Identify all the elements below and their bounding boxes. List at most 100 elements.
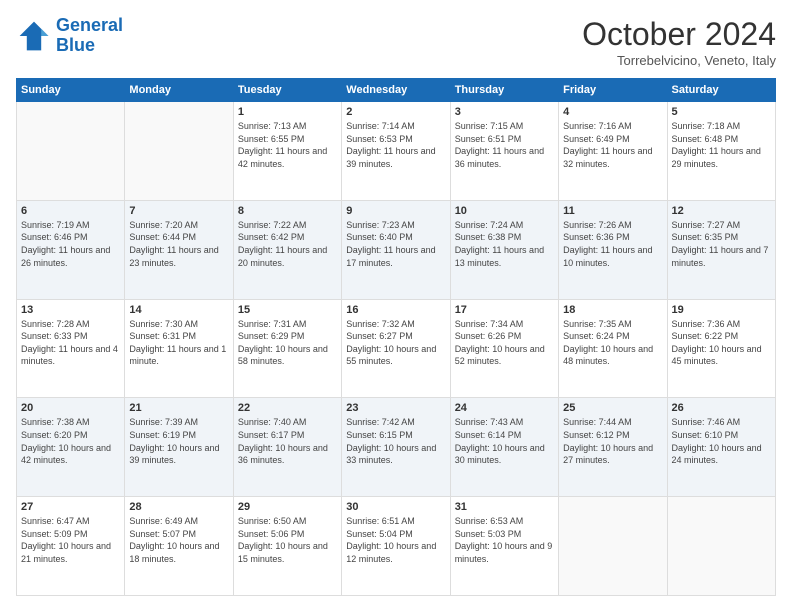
day-info: Sunrise: 7:26 AMSunset: 6:36 PMDaylight:… [563, 219, 662, 269]
calendar-cell: 17Sunrise: 7:34 AMSunset: 6:26 PMDayligh… [450, 299, 558, 398]
month-title: October 2024 [582, 16, 776, 53]
calendar-header-monday: Monday [125, 79, 233, 102]
calendar-cell: 28 Sunrise: 6:49 AMSunset: 5:07 PMDayligh… [125, 497, 233, 596]
day-info: Sunrise: 7:32 AMSunset: 6:27 PMDaylight:… [346, 318, 445, 368]
calendar-header-sunday: Sunday [17, 79, 125, 102]
calendar-cell: 26Sunrise: 7:46 AMSunset: 6:10 PMDayligh… [667, 398, 775, 497]
day-info: Sunrise: 7:22 AMSunset: 6:42 PMDaylight:… [238, 219, 337, 269]
day-info: Sunrise: 7:43 AMSunset: 6:14 PMDaylight:… [455, 416, 554, 466]
day-info: Sunrise: 6:51 AMSunset: 5:04 PMDaylight:… [346, 515, 445, 565]
calendar-cell: 5 Sunrise: 7:18 AMSunset: 6:48 PMDaylight… [667, 102, 775, 201]
calendar-cell: 18 Sunrise: 7:35 AMSunset: 6:24 PMDayligh… [559, 299, 667, 398]
day-number: 8 [238, 205, 337, 217]
calendar-header-thursday: Thursday [450, 79, 558, 102]
day-number: 27 [21, 501, 120, 513]
day-number: 7 [129, 205, 228, 217]
calendar-cell: 23 Sunrise: 7:42 AMSunset: 6:15 PMDayligh… [342, 398, 450, 497]
day-number: 26 [672, 402, 771, 414]
day-number: 3 [455, 106, 554, 118]
page: General Blue October 2024 Torrebelvicino… [0, 0, 792, 612]
day-number: 31 [455, 501, 554, 513]
calendar-cell: 16 Sunrise: 7:32 AMSunset: 6:27 PMDayligh… [342, 299, 450, 398]
day-number: 6 [21, 205, 120, 217]
day-number: 28 [129, 501, 228, 513]
day-number: 16 [346, 304, 445, 316]
day-number: 22 [238, 402, 337, 414]
day-number: 30 [346, 501, 445, 513]
calendar-cell: 9 Sunrise: 7:23 AMSunset: 6:40 PMDaylight… [342, 200, 450, 299]
day-number: 18 [563, 304, 662, 316]
day-info: Sunrise: 7:24 AMSunset: 6:38 PMDaylight:… [455, 219, 554, 269]
day-info: Sunrise: 7:40 AMSunset: 6:17 PMDaylight:… [238, 416, 337, 466]
calendar-cell: 25 Sunrise: 7:44 AMSunset: 6:12 PMDayligh… [559, 398, 667, 497]
calendar-cell: 1Sunrise: 7:13 AMSunset: 6:55 PMDaylight… [233, 102, 341, 201]
calendar-cell: 10 Sunrise: 7:24 AMSunset: 6:38 PMDayligh… [450, 200, 558, 299]
day-info: Sunrise: 7:16 AMSunset: 6:49 PMDaylight:… [563, 120, 662, 170]
calendar-cell: 14Sunrise: 7:30 AMSunset: 6:31 PMDayligh… [125, 299, 233, 398]
day-info: Sunrise: 6:47 AMSunset: 5:09 PMDaylight:… [21, 515, 120, 565]
day-info: Sunrise: 7:31 AMSunset: 6:29 PMDaylight:… [238, 318, 337, 368]
day-number: 10 [455, 205, 554, 217]
day-info: Sunrise: 7:44 AMSunset: 6:12 PMDaylight:… [563, 416, 662, 466]
calendar-week-row: 6 Sunrise: 7:19 AMSunset: 6:46 PMDaylight… [17, 200, 776, 299]
day-info: Sunrise: 7:30 AMSunset: 6:31 PMDaylight:… [129, 318, 228, 368]
day-number: 24 [455, 402, 554, 414]
calendar-header-wednesday: Wednesday [342, 79, 450, 102]
calendar-week-row: 27 Sunrise: 6:47 AMSunset: 5:09 PMDayligh… [17, 497, 776, 596]
calendar-header-saturday: Saturday [667, 79, 775, 102]
day-number: 11 [563, 205, 662, 217]
day-number: 19 [672, 304, 771, 316]
day-info: Sunrise: 7:28 AMSunset: 6:33 PMDaylight:… [21, 318, 120, 368]
logo: General Blue [16, 16, 123, 56]
calendar-cell: 27 Sunrise: 6:47 AMSunset: 5:09 PMDayligh… [17, 497, 125, 596]
day-number: 25 [563, 402, 662, 414]
day-number: 4 [563, 106, 662, 118]
calendar-cell [559, 497, 667, 596]
day-info: Sunrise: 7:19 AMSunset: 6:46 PMDaylight:… [21, 219, 120, 269]
calendar-week-row: 1Sunrise: 7:13 AMSunset: 6:55 PMDaylight… [17, 102, 776, 201]
calendar-cell [17, 102, 125, 201]
calendar-cell [667, 497, 775, 596]
calendar-week-row: 13 Sunrise: 7:28 AMSunset: 6:33 PMDayligh… [17, 299, 776, 398]
calendar-cell: 12 Sunrise: 7:27 AMSunset: 6:35 PMDayligh… [667, 200, 775, 299]
calendar-cell: 2Sunrise: 7:14 AMSunset: 6:53 PMDaylight… [342, 102, 450, 201]
calendar-cell: 3Sunrise: 7:15 AMSunset: 6:51 PMDaylight… [450, 102, 558, 201]
day-number: 21 [129, 402, 228, 414]
calendar-table: SundayMondayTuesdayWednesdayThursdayFrid… [16, 78, 776, 596]
subtitle: Torrebelvicino, Veneto, Italy [582, 53, 776, 68]
calendar-cell: 4 Sunrise: 7:16 AMSunset: 6:49 PMDaylight… [559, 102, 667, 201]
day-info: Sunrise: 7:35 AMSunset: 6:24 PMDaylight:… [563, 318, 662, 368]
day-number: 12 [672, 205, 771, 217]
calendar-cell [125, 102, 233, 201]
day-info: Sunrise: 6:50 AMSunset: 5:06 PMDaylight:… [238, 515, 337, 565]
day-info: Sunrise: 7:42 AMSunset: 6:15 PMDaylight:… [346, 416, 445, 466]
day-info: Sunrise: 7:14 AMSunset: 6:53 PMDaylight:… [346, 120, 445, 170]
day-info: Sunrise: 7:38 AMSunset: 6:20 PMDaylight:… [21, 416, 120, 466]
calendar-cell: 22 Sunrise: 7:40 AMSunset: 6:17 PMDayligh… [233, 398, 341, 497]
calendar-cell: 8 Sunrise: 7:22 AMSunset: 6:42 PMDaylight… [233, 200, 341, 299]
calendar-header-friday: Friday [559, 79, 667, 102]
day-info: Sunrise: 7:23 AMSunset: 6:40 PMDaylight:… [346, 219, 445, 269]
day-info: Sunrise: 7:39 AMSunset: 6:19 PMDaylight:… [129, 416, 228, 466]
day-info: Sunrise: 7:20 AMSunset: 6:44 PMDaylight:… [129, 219, 228, 269]
day-number: 15 [238, 304, 337, 316]
calendar-cell: 20 Sunrise: 7:38 AMSunset: 6:20 PMDayligh… [17, 398, 125, 497]
day-number: 20 [21, 402, 120, 414]
day-info: Sunrise: 7:36 AMSunset: 6:22 PMDaylight:… [672, 318, 771, 368]
day-number: 23 [346, 402, 445, 414]
title-area: October 2024 Torrebelvicino, Veneto, Ita… [582, 16, 776, 68]
day-number: 13 [21, 304, 120, 316]
calendar-cell: 19 Sunrise: 7:36 AMSunset: 6:22 PMDayligh… [667, 299, 775, 398]
day-info: Sunrise: 7:18 AMSunset: 6:48 PMDaylight:… [672, 120, 771, 170]
day-info: Sunrise: 7:27 AMSunset: 6:35 PMDaylight:… [672, 219, 771, 269]
day-info: Sunrise: 6:49 AMSunset: 5:07 PMDaylight:… [129, 515, 228, 565]
day-number: 5 [672, 106, 771, 118]
day-number: 29 [238, 501, 337, 513]
calendar-cell: 11 Sunrise: 7:26 AMSunset: 6:36 PMDayligh… [559, 200, 667, 299]
day-info: Sunrise: 7:34 AMSunset: 6:26 PMDaylight:… [455, 318, 554, 368]
calendar-cell: 6 Sunrise: 7:19 AMSunset: 6:46 PMDaylight… [17, 200, 125, 299]
day-number: 1 [238, 106, 337, 118]
header: General Blue October 2024 Torrebelvicino… [16, 16, 776, 68]
day-number: 9 [346, 205, 445, 217]
logo-text: General Blue [56, 16, 123, 56]
